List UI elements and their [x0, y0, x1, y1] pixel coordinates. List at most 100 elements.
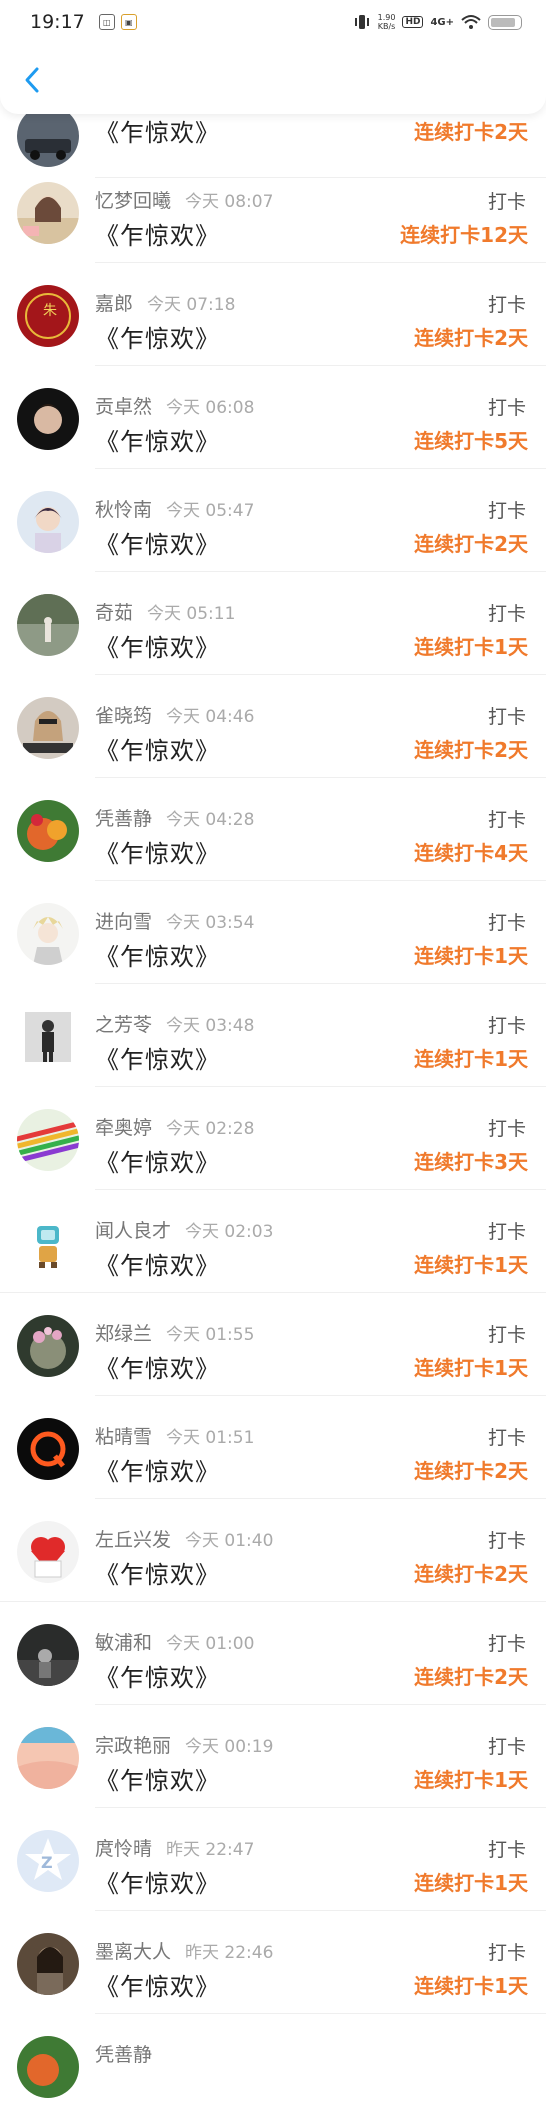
user-name[interactable]: 嘉郎 — [95, 289, 133, 316]
user-name[interactable]: 雀晓筠 — [95, 701, 152, 728]
checkin-label: 打卡 — [487, 1427, 526, 1449]
avatar[interactable] — [17, 388, 79, 450]
avatar[interactable] — [17, 182, 79, 244]
user-name[interactable]: 牵奥婷 — [95, 1113, 152, 1140]
avatar[interactable] — [17, 1624, 79, 1686]
checkin-time: 昨天 22:47 — [166, 1840, 255, 1860]
avatar[interactable]: Z — [17, 1830, 79, 1892]
list-item[interactable]: 郑绿兰 今天 01:55 《乍惊欢》 打卡 连续打卡1天 — [0, 1293, 546, 1396]
book-title: 《乍惊欢》 — [95, 1767, 220, 1795]
list-item[interactable]: 进向雪 今天 03:54 《乍惊欢》 打卡 连续打卡1天 — [0, 881, 546, 984]
list-item[interactable]: 左丘兴发 今天 01:40 《乍惊欢》 打卡 连续打卡2天 — [0, 1499, 546, 1602]
list-item[interactable]: 闻人良才 今天 02:03 《乍惊欢》 打卡 连续打卡1天 — [0, 1190, 546, 1293]
avatar[interactable] — [17, 1521, 79, 1583]
user-name[interactable]: 郑绿兰 — [95, 1319, 152, 1346]
checkin-label: 打卡 — [487, 1324, 526, 1346]
app-notification-icon: ◫ — [98, 14, 115, 30]
streak-count: 连续打卡1天 — [414, 1974, 528, 1998]
book-title: 《乍惊欢》 — [95, 1561, 220, 1589]
avatar[interactable] — [17, 105, 79, 167]
user-name[interactable]: 左丘兴发 — [95, 1525, 171, 1552]
streak-count: 连续打卡4天 — [414, 841, 528, 865]
list-item[interactable]: 粘晴雪 今天 01:51 《乍惊欢》 打卡 连续打卡2天 — [0, 1396, 546, 1499]
list-item[interactable]: 牵奥婷 今天 02:28 《乍惊欢》 打卡 连续打卡3天 — [0, 1087, 546, 1190]
list-item[interactable]: 宗政艳丽 今天 00:19 《乍惊欢》 打卡 连续打卡1天 — [0, 1705, 546, 1808]
user-name[interactable]: 墨离大人 — [95, 1937, 171, 1964]
avatar[interactable] — [17, 800, 79, 862]
avatar[interactable] — [17, 1933, 79, 1995]
user-name[interactable]: 奇茹 — [95, 598, 133, 625]
streak-count: 连续打卡1天 — [414, 944, 528, 968]
avatar[interactable] — [17, 594, 79, 656]
list-item[interactable]: 雀晓筠 今天 04:46 《乍惊欢》 打卡 连续打卡2天 — [0, 675, 546, 778]
user-name[interactable]: 敏浦和 — [95, 1628, 152, 1655]
avatar[interactable] — [17, 1727, 79, 1789]
list-item[interactable]: 秋怜南 今天 05:47 《乍惊欢》 打卡 连续打卡2天 — [0, 469, 546, 572]
book-title: 《乍惊欢》 — [95, 1870, 220, 1898]
list-item[interactable]: 奇茹 今天 05:11 《乍惊欢》 打卡 连续打卡1天 — [0, 572, 546, 675]
checkin-time: 昨天 22:46 — [185, 1943, 274, 1963]
book-title: 《乍惊欢》 — [95, 1973, 220, 2001]
list-item[interactable]: 墨离大人 昨天 22:46 《乍惊欢》 打卡 连续打卡1天 — [0, 1911, 546, 2014]
svg-text:Z: Z — [41, 1853, 53, 1872]
user-name[interactable]: 贡卓然 — [95, 392, 152, 419]
checkin-time: 今天 01:55 — [166, 1325, 255, 1345]
avatar[interactable] — [17, 2036, 79, 2098]
user-name[interactable]: 粘晴雪 — [95, 1422, 152, 1449]
book-title: 《乍惊欢》 — [95, 840, 220, 868]
list-item[interactable]: Z 庹怜晴 昨天 22:47 《乍惊欢》 打卡 连续打卡1天 — [0, 1808, 546, 1911]
list-item[interactable]: 朱 嘉郎 今天 07:18 《乍惊欢》 打卡 连续打卡2天 — [0, 263, 546, 366]
checkin-time: 今天 03:54 — [166, 913, 255, 933]
streak-count: 连续打卡2天 — [414, 532, 528, 556]
user-name[interactable]: 进向雪 — [95, 907, 152, 934]
list-item[interactable]: 敏浦和 今天 01:00 《乍惊欢》 打卡 连续打卡2天 — [0, 1602, 546, 1705]
back-button[interactable] — [18, 66, 46, 94]
checkin-label: 打卡 — [487, 1633, 526, 1655]
battery-icon — [488, 14, 522, 30]
user-name[interactable]: 闻人良才 — [95, 1216, 171, 1243]
book-title: 《乍惊欢》 — [95, 222, 220, 250]
avatar[interactable] — [17, 697, 79, 759]
avatar[interactable]: 朱 — [17, 285, 79, 347]
checkin-time: 今天 01:40 — [185, 1531, 274, 1551]
list-item[interactable]: 凭善静 — [0, 2014, 546, 2117]
notification-icons: ◫ ▣ — [98, 14, 137, 30]
list-item[interactable]: 忆梦回曦 今天 08:07 《乍惊欢》 打卡 连续打卡12天 — [0, 160, 546, 263]
book-title: 《乍惊欢》 — [95, 325, 220, 353]
list-item[interactable]: 贡卓然 今天 06:08 《乍惊欢》 打卡 连续打卡5天 — [0, 366, 546, 469]
streak-count: 连续打卡1天 — [414, 1768, 528, 1792]
avatar[interactable] — [17, 491, 79, 553]
book-title: 《乍惊欢》 — [95, 634, 220, 662]
avatar[interactable] — [17, 1212, 79, 1274]
user-name[interactable]: 凭善静 — [95, 804, 152, 831]
checkin-label: 打卡 — [487, 1015, 526, 1037]
list-item[interactable]: 凭善静 今天 04:28 《乍惊欢》 打卡 连续打卡4天 — [0, 778, 546, 881]
checkin-time: 今天 08:07 — [185, 192, 274, 212]
checkin-time: 今天 06:08 — [166, 398, 255, 418]
book-title: 《乍惊欢》 — [95, 1355, 220, 1383]
checkin-time: 今天 00:19 — [185, 1737, 274, 1757]
svg-text:朱: 朱 — [43, 303, 57, 319]
book-title: 《乍惊欢》 — [95, 1252, 220, 1280]
streak-count: 连续打卡1天 — [414, 1253, 528, 1277]
system-indicators: 1.90 KB/s HD 4G+ — [353, 13, 522, 31]
streak-count: 连续打卡3天 — [414, 1150, 528, 1174]
status-bar: 19:17 ◫ ▣ 1.90 KB/s HD 4G+ — [0, 0, 546, 44]
avatar[interactable] — [17, 1006, 79, 1068]
avatar[interactable] — [17, 1109, 79, 1171]
user-name[interactable]: 凭善静 — [95, 2040, 152, 2067]
streak-count: 连续打卡2天 — [414, 1562, 528, 1586]
avatar[interactable] — [17, 903, 79, 965]
avatar[interactable] — [17, 1418, 79, 1480]
user-name[interactable]: 庹怜晴 — [95, 1834, 152, 1861]
network-speed: 1.90 KB/s — [377, 13, 396, 31]
user-name[interactable]: 秋怜南 — [95, 495, 152, 522]
user-name[interactable]: 忆梦回曦 — [95, 186, 171, 213]
book-title: 《乍惊欢》 — [95, 943, 220, 971]
avatar[interactable] — [17, 1315, 79, 1377]
user-name[interactable]: 之芳苓 — [95, 1010, 152, 1037]
user-name[interactable]: 宗政艳丽 — [95, 1731, 171, 1758]
book-title: 《乍惊欢》 — [95, 1664, 220, 1692]
list-item[interactable]: 之芳苓 今天 03:48 《乍惊欢》 打卡 连续打卡1天 — [0, 984, 546, 1087]
checkin-label: 打卡 — [487, 1839, 526, 1861]
